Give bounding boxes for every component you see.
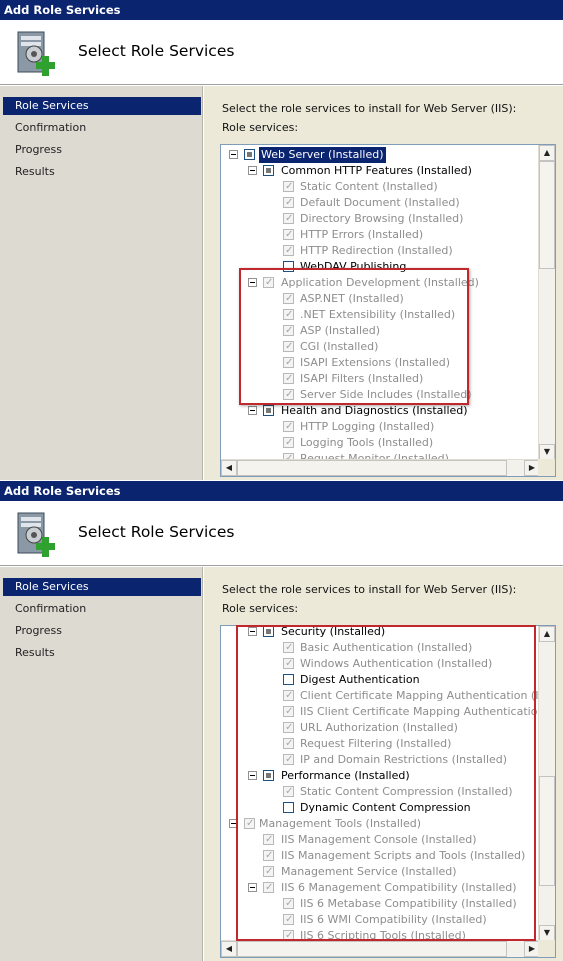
tree-row[interactable]: Common HTTP Features (Installed) [221, 163, 540, 179]
wizard-nav: Role Services Confirmation Progress Resu… [0, 86, 203, 480]
arrow-left-icon[interactable]: ◀ [221, 460, 237, 476]
nav-confirmation[interactable]: Confirmation [3, 119, 201, 137]
tree-row[interactable]: HTTP Redirection (Installed) [221, 243, 540, 259]
role-service-label: Directory Browsing (Installed) [300, 212, 464, 225]
scroll-thumb[interactable] [539, 776, 555, 886]
nav-progress[interactable]: Progress [3, 622, 201, 640]
role-service-label: HTTP Redirection (Installed) [300, 244, 453, 257]
role-checkbox[interactable] [263, 405, 274, 416]
nav-role-services[interactable]: Role Services [3, 97, 201, 115]
wizard-header: Select Role Services [0, 20, 563, 85]
arrow-left-icon[interactable]: ◀ [221, 941, 237, 957]
window-title: Add Role Services [0, 0, 563, 20]
server-add-icon [17, 31, 55, 76]
role-service-label: Static Content (Installed) [300, 180, 438, 193]
role-service-label: Health and Diagnostics (Installed) [281, 404, 468, 417]
role-checkbox[interactable] [244, 149, 255, 160]
wizard-nav: Role Services Confirmation Progress Resu… [0, 567, 203, 961]
role-checkbox[interactable] [263, 165, 274, 176]
role-service-label: Default Document (Installed) [300, 196, 460, 209]
wizard-panel-bottom: Add Role Services Select Role Services R… [0, 481, 563, 961]
role-checkbox[interactable] [283, 435, 294, 451]
arrow-down-icon[interactable]: ▼ [539, 925, 555, 941]
wizard-header: Select Role Services [0, 501, 563, 566]
arrow-up-icon[interactable]: ▲ [539, 626, 555, 642]
server-add-icon [17, 512, 55, 557]
role-checkbox[interactable] [283, 195, 294, 211]
collapse-icon[interactable] [248, 166, 257, 175]
instruction-text: Select the role services to install for … [222, 583, 517, 596]
window-title: Add Role Services [0, 481, 563, 501]
tree-row[interactable]: Logging Tools (Installed) [221, 435, 540, 451]
role-checkbox[interactable] [283, 179, 294, 195]
tree-row[interactable]: Directory Browsing (Installed) [221, 211, 540, 227]
collapse-icon[interactable] [229, 150, 238, 159]
role-services-label: Role services: [222, 602, 299, 615]
horizontal-scrollbar[interactable]: ◀ ▶ [221, 459, 540, 476]
vertical-scrollbar[interactable]: ▲ ▼ [538, 145, 555, 460]
role-service-label: Logging Tools (Installed) [300, 436, 434, 449]
role-service-label: HTTP Logging (Installed) [300, 420, 435, 433]
page-title: Select Role Services [78, 523, 235, 541]
tree-row[interactable]: HTTP Errors (Installed) [221, 227, 540, 243]
arrow-down-icon[interactable]: ▼ [539, 444, 555, 460]
arrow-up-icon[interactable]: ▲ [539, 145, 555, 161]
role-service-label: Web Server (Installed) [259, 147, 386, 163]
role-service-label: HTTP Errors (Installed) [300, 228, 424, 241]
tree-row[interactable]: Health and Diagnostics (Installed) [221, 403, 540, 419]
scroll-thumb[interactable] [539, 161, 555, 269]
tree-row[interactable]: HTTP Logging (Installed) [221, 419, 540, 435]
tree-row[interactable]: Static Content (Installed) [221, 179, 540, 195]
tree-row[interactable]: Web Server (Installed) [221, 147, 540, 163]
wizard-panel-top: Add Role Services Select Role Services R… [0, 0, 563, 480]
scroll-corner [538, 459, 555, 476]
role-checkbox[interactable] [283, 211, 294, 227]
collapse-icon[interactable] [248, 406, 257, 415]
page-title: Select Role Services [78, 42, 235, 60]
hscroll-thumb[interactable] [237, 941, 507, 957]
vertical-scrollbar[interactable]: ▲ ▼ [538, 626, 555, 941]
role-checkbox[interactable] [283, 227, 294, 243]
highlight-box [236, 625, 536, 941]
nav-role-services[interactable]: Role Services [3, 578, 201, 596]
nav-progress[interactable]: Progress [3, 141, 201, 159]
nav-results[interactable]: Results [3, 163, 201, 181]
role-services-label: Role services: [222, 121, 299, 134]
role-service-label: Common HTTP Features (Installed) [281, 164, 472, 177]
role-checkbox[interactable] [283, 243, 294, 259]
highlight-box [239, 268, 469, 405]
hscroll-thumb[interactable] [237, 460, 507, 476]
tree-row[interactable]: Default Document (Installed) [221, 195, 540, 211]
instruction-text: Select the role services to install for … [222, 102, 517, 115]
scroll-corner [538, 940, 555, 957]
horizontal-scrollbar[interactable]: ◀ ▶ [221, 940, 540, 957]
role-checkbox[interactable] [283, 419, 294, 435]
nav-confirmation[interactable]: Confirmation [3, 600, 201, 618]
nav-results[interactable]: Results [3, 644, 201, 662]
